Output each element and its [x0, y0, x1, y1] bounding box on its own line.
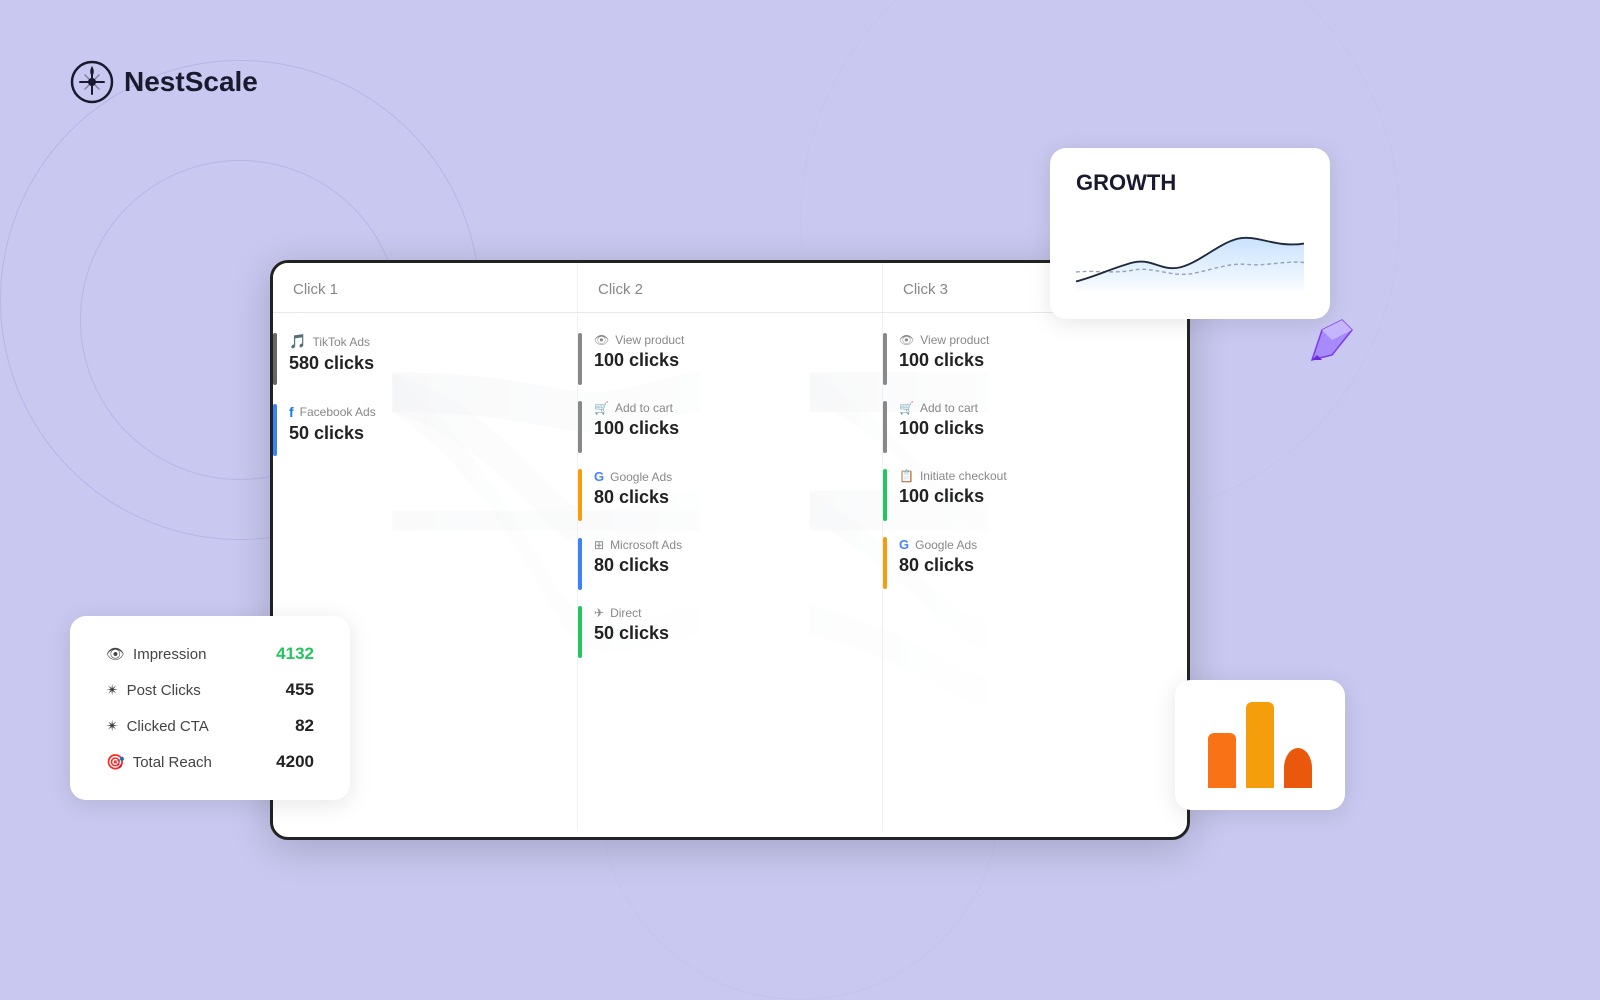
google-ads-c2: G Google Ads 80 clicks [594, 469, 866, 508]
add-cart-c2: 🛒 Add to cart 100 clicks [594, 401, 866, 439]
tiktok-label: TikTok Ads [312, 335, 370, 349]
bar-rect-1 [1208, 733, 1236, 788]
bar-chart-card [1175, 680, 1345, 810]
bar-2 [1246, 702, 1274, 788]
add-cart-c3-label: Add to cart [920, 401, 978, 415]
clicked-cta-icon: ✴ [106, 717, 119, 735]
impression-value: 4132 [276, 644, 314, 664]
tiktok-clicks: 580 clicks [289, 353, 561, 374]
google-ads-c2-clicks: 80 clicks [594, 487, 866, 508]
view-product-c3: 👁 View product 100 clicks [899, 333, 1171, 371]
col-header-1: Click 1 [273, 263, 578, 312]
bar-rect-2 [1246, 702, 1274, 788]
view-product-c3-clicks: 100 clicks [899, 350, 1171, 371]
bar-1 [1208, 702, 1236, 788]
add-cart-c2-clicks: 100 clicks [594, 418, 866, 439]
facebook-icon: f [289, 404, 294, 420]
total-reach-icon: 🎯 [106, 753, 125, 771]
clicked-cta-value: 82 [295, 716, 314, 736]
eye-icon: 👁 [594, 333, 609, 347]
logo: NestScale [70, 60, 258, 104]
pen-decoration [1302, 310, 1362, 370]
google-ads-c3-clicks: 80 clicks [899, 555, 1171, 576]
growth-title: GROWTH [1076, 170, 1304, 196]
view-product-c3-label: View product [920, 333, 989, 347]
cart-icon-c3: 🛒 [899, 401, 914, 415]
stat-impression: 👁 Impression 4132 [106, 644, 314, 664]
google-ads-c3-label: Google Ads [915, 538, 977, 552]
column-3: 👁 View product 100 clicks 🛒 Add to cart … [883, 313, 1187, 831]
bar-rect-3 [1284, 748, 1312, 788]
add-cart-c3: 🛒 Add to cart 100 clicks [899, 401, 1171, 439]
google-icon-c3: G [899, 537, 909, 552]
impression-icon: 👁 [106, 645, 125, 663]
logo-name: NestScale [124, 66, 258, 98]
google-ads-c3: G Google Ads 80 clicks [899, 537, 1171, 576]
initiate-checkout-label: Initiate checkout [920, 469, 1007, 483]
add-cart-c3-clicks: 100 clicks [899, 418, 1171, 439]
logo-icon [70, 60, 114, 104]
impression-label: 👁 Impression [106, 645, 266, 663]
tiktok-ads-item: 🎵 TikTok Ads 580 clicks [289, 333, 561, 374]
direct-c2: ✈ Direct 50 clicks [594, 606, 866, 644]
microsoft-icon: ⊞ [594, 538, 604, 552]
total-reach-value: 4200 [276, 752, 314, 772]
main-panel: Click 1 Click 2 Click 3 [270, 260, 1190, 840]
tiktok-header: 🎵 TikTok Ads [289, 333, 561, 350]
view-product-c2-label: View product [615, 333, 684, 347]
facebook-clicks: 50 clicks [289, 423, 561, 444]
microsoft-ads-c2: ⊞ Microsoft Ads 80 clicks [594, 538, 866, 576]
col-header-2: Click 2 [578, 263, 883, 312]
checkout-icon: 📋 [899, 469, 914, 483]
direct-icon: ✈ [594, 606, 604, 620]
stat-total-reach: 🎯 Total Reach 4200 [106, 752, 314, 772]
stat-post-clicks: ✴ Post Clicks 455 [106, 680, 314, 700]
clicked-cta-label: ✴ Clicked CTA [106, 717, 285, 735]
view-product-c2-clicks: 100 clicks [594, 350, 866, 371]
initiate-checkout-c3: 📋 Initiate checkout 100 clicks [899, 469, 1171, 507]
eye-icon-c3: 👁 [899, 333, 914, 347]
microsoft-ads-label: Microsoft Ads [610, 538, 682, 552]
growth-chart [1076, 208, 1304, 298]
growth-card: GROWTH [1050, 148, 1330, 319]
stat-clicked-cta: ✴ Clicked CTA 82 [106, 716, 314, 736]
initiate-checkout-clicks: 100 clicks [899, 486, 1171, 507]
direct-clicks: 50 clicks [594, 623, 866, 644]
facebook-label: Facebook Ads [300, 405, 376, 419]
post-clicks-value: 455 [286, 680, 314, 700]
panel-body: 🎵 TikTok Ads 580 clicks f Facebook Ads 5… [273, 313, 1187, 831]
google-icon-c2: G [594, 469, 604, 484]
microsoft-ads-clicks: 80 clicks [594, 555, 866, 576]
bar-3 [1284, 702, 1312, 788]
column-2: 👁 View product 100 clicks 🛒 Add to cart … [578, 313, 883, 831]
google-ads-c2-label: Google Ads [610, 470, 672, 484]
stats-card: 👁 Impression 4132 ✴ Post Clicks 455 ✴ Cl… [70, 616, 350, 800]
facebook-ads-item: f Facebook Ads 50 clicks [289, 404, 561, 444]
post-clicks-icon: ✴ [106, 681, 119, 699]
post-clicks-label: ✴ Post Clicks [106, 681, 276, 699]
view-product-c2: 👁 View product 100 clicks [594, 333, 866, 371]
tiktok-icon: 🎵 [289, 333, 306, 350]
direct-label: Direct [610, 606, 641, 620]
facebook-header: f Facebook Ads [289, 404, 561, 420]
cart-icon-c2: 🛒 [594, 401, 609, 415]
total-reach-label: 🎯 Total Reach [106, 753, 266, 771]
add-cart-c2-label: Add to cart [615, 401, 673, 415]
